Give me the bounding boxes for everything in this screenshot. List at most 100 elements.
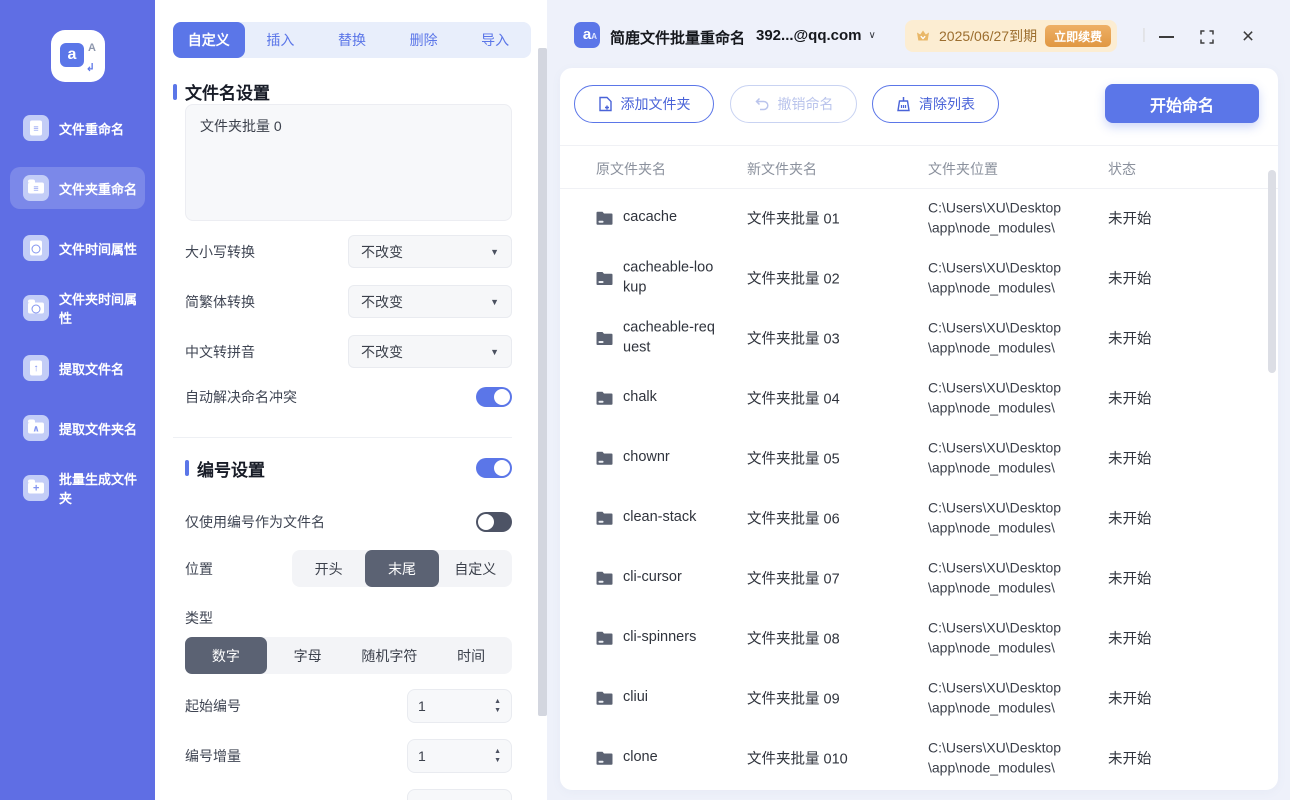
segment-option[interactable]: 数字	[185, 637, 267, 674]
segment-option[interactable]: 末尾	[365, 550, 439, 587]
original-folder-name: cacache	[623, 209, 678, 226]
clear-list-button[interactable]: 清除列表	[872, 85, 999, 123]
form-label: 简繁体转换	[185, 293, 255, 310]
select-dropdown[interactable]: 不改变 ▼	[348, 335, 512, 368]
close-button[interactable]: ×	[1236, 25, 1260, 49]
table-row[interactable]: cli-spinners 文件夹批量 08 C:\Users\XU\Deskto…	[560, 608, 1278, 668]
renew-button[interactable]: 立即续费	[1045, 25, 1112, 47]
select-dropdown[interactable]: 不改变 ▼	[348, 235, 512, 268]
tab[interactable]: 导入	[459, 22, 531, 58]
panel-scrollbar[interactable]	[538, 48, 547, 716]
sidebar-item[interactable]: 文件重命名	[10, 107, 145, 149]
segment-option[interactable]: 字母	[267, 637, 349, 674]
sidebar-item[interactable]: 提取文件名	[10, 347, 145, 389]
folder-icon	[596, 631, 613, 645]
table-row[interactable]: clone 文件夹批量 010 C:\Users\XU\Desktop \app…	[560, 728, 1278, 788]
sidebar-item-icon	[23, 235, 49, 261]
status-text: 未开始	[1108, 211, 1152, 228]
status-text: 未开始	[1108, 391, 1152, 408]
add-folders-button[interactable]: 添加文件夹	[574, 85, 714, 123]
auto-resolve-toggle[interactable]	[476, 386, 512, 407]
new-folder-name: 文件夹批量 01	[747, 211, 840, 228]
sidebar-item-icon	[23, 295, 49, 321]
table-row[interactable]: cli-cursor 文件夹批量 07 C:\Users\XU\Desktop …	[560, 548, 1278, 608]
status-text: 未开始	[1108, 691, 1152, 708]
original-folder-name: cacheable-lookup	[623, 259, 714, 295]
start-rename-button[interactable]: 开始命名	[1105, 84, 1259, 123]
sidebar-item[interactable]: 提取文件夹名	[10, 407, 145, 449]
tab[interactable]: 插入	[245, 22, 317, 58]
new-folder-name: 文件夹批量 08	[747, 631, 840, 648]
numbering-toggle[interactable]	[476, 458, 512, 478]
sidebar-item-icon	[23, 175, 49, 201]
sidebar-item[interactable]: 文件时间属性	[10, 227, 145, 269]
increment-stepper[interactable]: 1 ▲ ▼	[407, 739, 512, 773]
sidebar-item[interactable]: 文件夹时间属性	[10, 287, 145, 329]
form-row: 简繁体转换 不改变 ▼	[185, 285, 512, 318]
minimize-button[interactable]	[1154, 25, 1178, 49]
segment-option[interactable]: 自定义	[439, 550, 512, 587]
segment-option[interactable]: 随机字符	[349, 637, 431, 674]
table-row[interactable]: cacheable-lookup 文件夹批量 02 C:\Users\XU\De…	[560, 248, 1278, 308]
only-number-toggle[interactable]	[476, 511, 512, 532]
folder-location: C:\Users\XU\Desktop \app\node_modules\	[928, 559, 1062, 595]
sidebar-item[interactable]: 文件夹重命名	[10, 167, 145, 209]
folder-icon	[596, 271, 613, 285]
select-dropdown[interactable]: 不改变 ▼	[348, 285, 512, 318]
tab[interactable]: 替换	[316, 22, 388, 58]
start-number-stepper[interactable]: 1 ▲ ▼	[407, 689, 512, 723]
account-menu[interactable]: 392...@qq.com ∨	[756, 27, 876, 44]
segment-option[interactable]: 时间	[430, 637, 512, 674]
add-folders-label: 添加文件夹	[620, 96, 691, 112]
stepper-arrows-icon[interactable]: ▲ ▼	[494, 748, 501, 764]
folder-location: C:\Users\XU\Desktop \app\node_modules\	[928, 739, 1062, 775]
digits-stepper-partial[interactable]: ▲	[407, 789, 512, 800]
tab-label: 替换	[337, 32, 366, 48]
tab[interactable]: 删除	[388, 22, 460, 58]
license-badge: 2025/06/27到期 立即续费	[905, 20, 1118, 52]
table-row[interactable]: cacache 文件夹批量 01 C:\Users\XU\Desktop \ap…	[560, 188, 1278, 248]
segment-option[interactable]: 开头	[292, 550, 365, 587]
folder-list-card: 添加文件夹 撤销命名 清除列表 开始命名 原文件夹名 新文件夹名 文件夹位置 状…	[560, 68, 1278, 790]
select-value: 不改变	[361, 343, 403, 360]
chevron-down-icon: ▼	[490, 246, 499, 257]
segment-label: 开头	[314, 560, 343, 577]
column-header-original: 原文件夹名	[596, 161, 666, 177]
tab[interactable]: 自定义	[173, 22, 245, 58]
stepper-arrows-icon[interactable]: ▲ ▼	[494, 698, 501, 714]
maximize-button[interactable]	[1195, 25, 1219, 49]
sidebar-item[interactable]: 批量生成文件夹	[10, 467, 145, 509]
vip-crown-icon	[917, 30, 929, 41]
start-rename-label: 开始命名	[1149, 97, 1214, 115]
status-text: 未开始	[1108, 571, 1152, 588]
sidebar-item-label: 文件夹重命名	[59, 181, 138, 197]
form-row: 大小写转换 不改变 ▼	[185, 235, 512, 268]
folder-location: C:\Users\XU\Desktop \app\node_modules\	[928, 199, 1062, 235]
table-row[interactable]: chalk 文件夹批量 04 C:\Users\XU\Desktop \app\…	[560, 368, 1278, 428]
status-text: 未开始	[1108, 631, 1152, 648]
new-folder-name: 文件夹批量 02	[747, 271, 840, 288]
sidebar-item-icon	[23, 115, 49, 141]
logo-A-glyph: A	[88, 42, 96, 54]
table-row[interactable]: clean-stack 文件夹批量 06 C:\Users\XU\Desktop…	[560, 488, 1278, 548]
undo-rename-button[interactable]: 撤销命名	[730, 85, 857, 123]
original-folder-name: cliui	[623, 689, 648, 706]
table-scrollbar[interactable]	[1268, 170, 1276, 373]
original-name-cell: cacache	[596, 208, 746, 228]
table-row[interactable]: cliui 文件夹批量 09 C:\Users\XU\Desktop \app\…	[560, 668, 1278, 728]
account-email: 392...@qq.com	[756, 27, 862, 44]
sidebar-item-label: 提取文件夹名	[59, 421, 138, 437]
auto-resolve-label: 自动解决命名冲突	[185, 388, 297, 405]
table-row[interactable]: cacheable-request 文件夹批量 03 C:\Users\XU\D…	[560, 308, 1278, 368]
column-header-status: 状态	[1108, 161, 1136, 177]
license-expiry: 2025/06/27到期	[939, 28, 1038, 44]
original-name-cell: clone	[596, 748, 746, 768]
start-number-label: 起始编号	[185, 698, 241, 714]
filename-template-input[interactable]: 文件夹批量 0	[185, 104, 512, 221]
sidebar: a A ↲ 文件重命名 文件夹重命名 文件时间属性 文件夹时间属性	[0, 0, 155, 800]
sidebar-item-label: 文件夹时间属性	[59, 292, 138, 326]
rename-mode-tabs: 自定义 插入 替换 删除 导入	[173, 22, 531, 58]
undo-icon	[754, 97, 769, 111]
add-file-icon	[598, 96, 612, 112]
table-row[interactable]: chownr 文件夹批量 05 C:\Users\XU\Desktop \app…	[560, 428, 1278, 488]
